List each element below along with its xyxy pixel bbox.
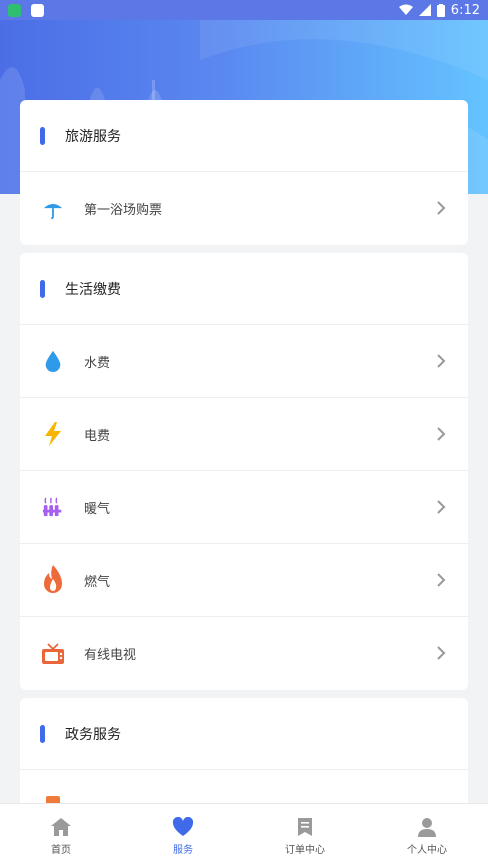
heart-icon — [172, 816, 194, 836]
chevron-right-icon — [437, 354, 446, 368]
section-accent-bar — [40, 126, 45, 145]
tab-label: 服务 — [173, 844, 193, 856]
services-list[interactable]: 旅游服务 第一浴场购票 生活缴费 水费 电费 暖气 燃气 有线电视 政务服务 — [20, 100, 468, 851]
app-notification-icon — [8, 3, 21, 17]
flame-icon — [38, 565, 68, 595]
chevron-right-icon — [437, 427, 446, 441]
section-utilities: 生活缴费 水费 电费 暖气 燃气 有线电视 — [20, 253, 468, 690]
service-item-electricity[interactable]: 电费 — [20, 398, 468, 471]
chevron-right-icon — [437, 573, 446, 587]
service-label: 有线电视 — [84, 648, 137, 663]
section-header: 生活缴费 — [20, 253, 468, 325]
service-label: 暖气 — [84, 501, 111, 517]
bookmark-icon — [298, 817, 312, 836]
service-item-cable-tv[interactable]: 有线电视 — [20, 617, 468, 690]
section-accent-bar — [40, 279, 45, 298]
status-system: 6:12 — [398, 2, 480, 18]
section-tourism: 旅游服务 第一浴场购票 — [20, 100, 468, 245]
tab-label: 订单中心 — [285, 844, 325, 856]
umbrella-icon — [38, 194, 68, 224]
tab-home[interactable]: 首页 — [0, 804, 122, 868]
tab-label: 个人中心 — [407, 844, 447, 856]
tab-orders[interactable]: 订单中心 — [244, 804, 366, 868]
tab-label: 首页 — [51, 844, 71, 856]
tv-icon — [38, 639, 68, 669]
section-title: 生活缴费 — [65, 281, 121, 298]
chevron-right-icon — [437, 500, 446, 514]
signal-icon — [418, 4, 431, 16]
section-accent-bar — [40, 724, 45, 743]
service-item-gas[interactable]: 燃气 — [20, 544, 468, 617]
service-item-heating[interactable]: 暖气 — [20, 471, 468, 544]
battery-icon — [436, 3, 445, 17]
tab-profile[interactable]: 个人中心 — [366, 804, 488, 868]
chevron-right-icon — [437, 201, 446, 215]
lightning-icon — [38, 419, 68, 449]
heater-icon — [38, 492, 68, 522]
service-item-water[interactable]: 水费 — [20, 325, 468, 398]
service-label: 燃气 — [84, 574, 111, 590]
service-label: 电费 — [84, 428, 111, 444]
chevron-right-icon — [437, 646, 446, 660]
service-label: 第一浴场购票 — [84, 203, 163, 218]
service-label: 水费 — [84, 355, 111, 371]
status-bar: 6:12 — [0, 0, 488, 20]
home-icon — [51, 817, 71, 836]
section-title: 政务服务 — [65, 726, 121, 743]
section-title: 旅游服务 — [65, 128, 121, 145]
person-icon — [418, 817, 436, 837]
section-header: 政务服务 — [20, 698, 468, 770]
service-item-beach-ticket[interactable]: 第一浴场购票 — [20, 172, 468, 245]
status-notifications — [8, 3, 44, 17]
tab-services[interactable]: 服务 — [122, 804, 244, 868]
wifi-icon — [398, 4, 413, 15]
bottom-tab-bar: 首页 服务 订单中心 个人中心 — [0, 803, 488, 868]
a-notification-icon — [31, 3, 44, 17]
water-drop-icon — [38, 346, 68, 376]
section-header: 旅游服务 — [20, 100, 468, 172]
status-time: 6:12 — [450, 2, 480, 18]
